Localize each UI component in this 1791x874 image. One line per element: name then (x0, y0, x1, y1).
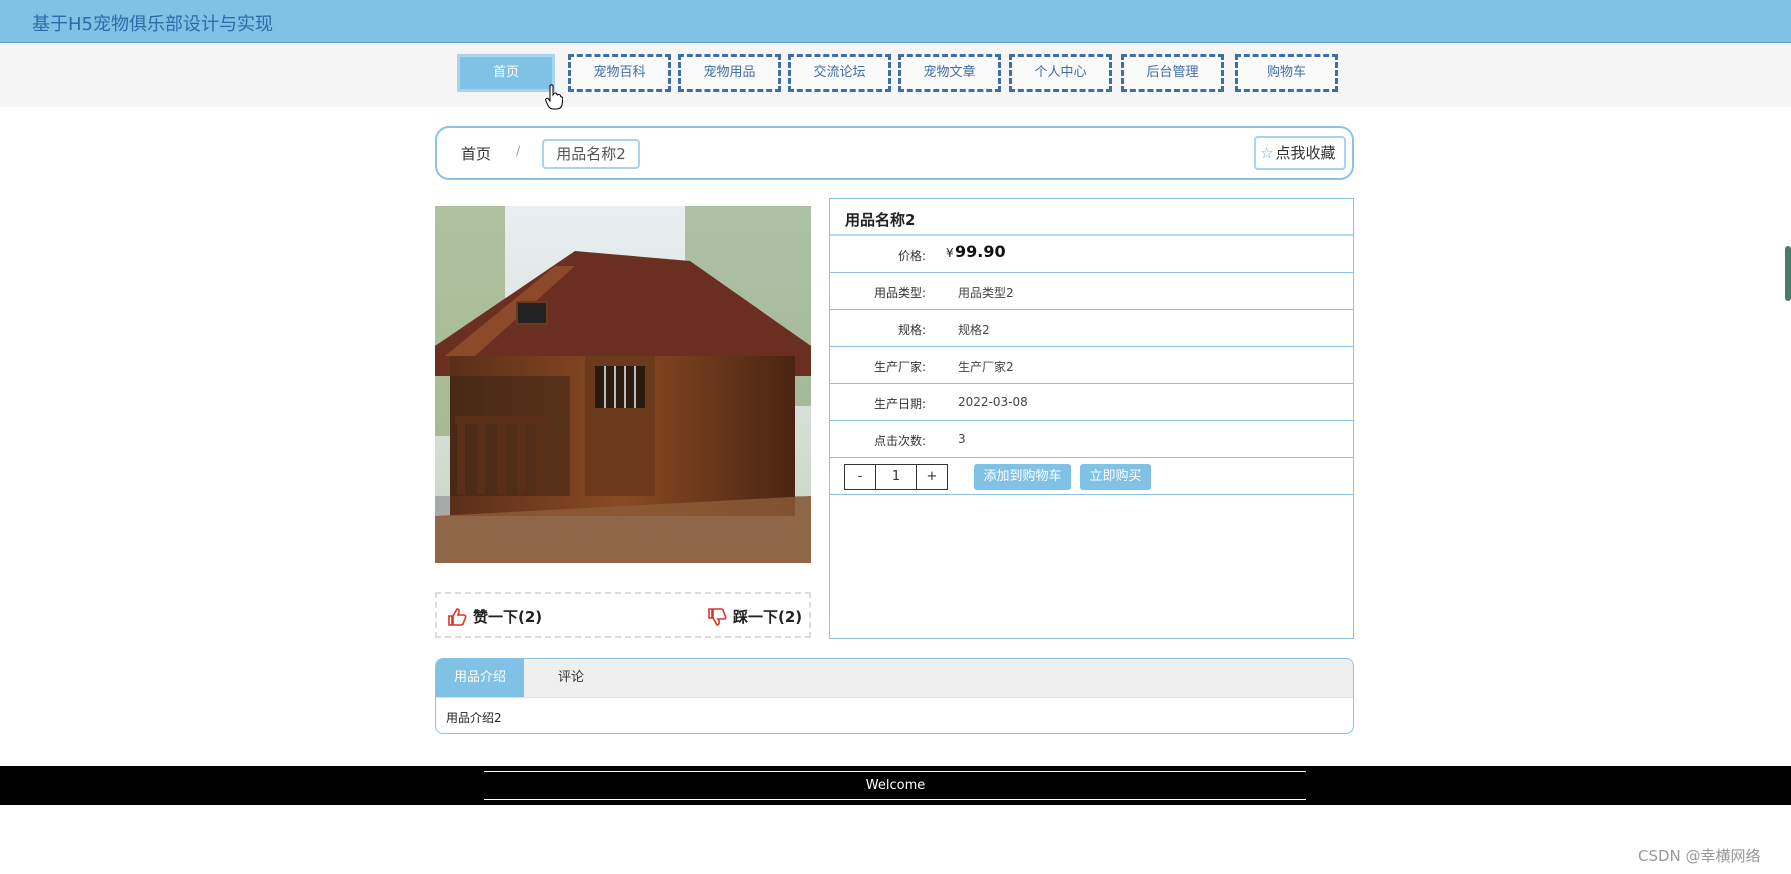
footer-divider-top (484, 771, 1306, 772)
manufacturer-row: 生产厂家: 生产厂家2 (830, 347, 1353, 384)
type-value: 用品类型2 (958, 286, 1014, 300)
click-count-value: 3 (958, 432, 966, 446)
top-header: 基于H5宠物俱乐部设计与实现 (0, 0, 1791, 43)
scrollbar-thumb[interactable] (1785, 246, 1791, 301)
hand-cursor-icon (545, 84, 563, 110)
nav-personal-center[interactable]: 个人中心 (1009, 54, 1112, 92)
tab-strip: 用品介绍 评论 (436, 659, 1353, 698)
quantity-decrease-button[interactable]: - (844, 464, 876, 490)
product-image (435, 206, 811, 563)
site-title: 基于H5宠物俱乐部设计与实现 (32, 14, 273, 35)
favorite-label: 点我收藏 (1275, 144, 1336, 162)
spec-value: 规格2 (958, 323, 990, 337)
nav-forum[interactable]: 交流论坛 (788, 54, 891, 92)
thumbs-down-icon (708, 608, 727, 626)
price-row: 价格: ¥ 99.90 (830, 236, 1353, 273)
dislike-button[interactable]: 踩一下(2) (707, 606, 802, 627)
thumbs-up-icon (448, 608, 467, 626)
add-to-cart-button[interactable]: 添加到购物车 (974, 464, 1071, 490)
production-date-value: 2022-03-08 (958, 395, 1028, 409)
quantity-input[interactable]: 1 (875, 464, 917, 490)
click-count-row: 点击次数: 3 (830, 421, 1353, 458)
nav-pet-supplies[interactable]: 宠物用品 (678, 54, 781, 92)
nav-admin[interactable]: 后台管理 (1121, 54, 1224, 92)
favorite-button[interactable]: ☆ 点我收藏 (1254, 136, 1346, 170)
product-detail-panel: 用品名称2 价格: ¥ 99.90 用品类型: 用品类型2 规格: 规格2 生产… (829, 198, 1354, 639)
purchase-row: - 1 + 添加到购物车 立即购买 (830, 458, 1353, 495)
like-label: 赞一下(2) (473, 608, 543, 626)
dislike-label: 踩一下(2) (733, 608, 803, 626)
nav-pet-encyclopedia[interactable]: 宠物百科 (568, 54, 671, 92)
production-date-row: 生产日期: 2022-03-08 (830, 384, 1353, 421)
manufacturer-label: 生产厂家: (873, 360, 926, 374)
tab-content: 用品介绍2 (446, 711, 502, 725)
star-icon: ☆ (1260, 144, 1274, 162)
manufacturer-value: 生产厂家2 (958, 360, 1014, 374)
footer-divider-bottom (484, 799, 1306, 800)
type-row: 用品类型: 用品类型2 (830, 273, 1353, 310)
tab-comments[interactable]: 评论 (524, 659, 618, 697)
price-symbol: ¥ (946, 246, 954, 260)
nav-cart[interactable]: 购物车 (1235, 54, 1338, 92)
type-label: 用品类型: (873, 286, 926, 300)
breadcrumb-current: 用品名称2 (542, 139, 640, 169)
footer: Welcome (0, 766, 1791, 805)
footer-text: Welcome (865, 778, 926, 793)
click-count-label: 点击次数: (873, 434, 926, 448)
watermark: CSDN @幸横网络 (1638, 847, 1761, 865)
like-button[interactable]: 赞一下(2) (447, 606, 542, 627)
product-name: 用品名称2 (830, 199, 1353, 236)
breadcrumb-separator: / (516, 144, 521, 158)
nav-home[interactable]: 首页 (457, 54, 555, 92)
nav-articles[interactable]: 宠物文章 (898, 54, 1001, 92)
price-label: 价格: (897, 249, 926, 263)
spec-label: 规格: (897, 323, 926, 337)
production-date-label: 生产日期: (873, 397, 926, 411)
main-nav: 首页 宠物百科 宠物用品 交流论坛 宠物文章 个人中心 后台管理 购物车 (0, 43, 1791, 107)
breadcrumb: 首页 / 用品名称2 ☆ 点我收藏 (435, 126, 1354, 180)
buy-now-button[interactable]: 立即购买 (1080, 464, 1151, 490)
quantity-increase-button[interactable]: + (916, 464, 948, 490)
price-value: 99.90 (955, 242, 1006, 261)
tab-introduction[interactable]: 用品介绍 (436, 659, 524, 697)
breadcrumb-home[interactable]: 首页 (461, 143, 491, 164)
spec-row: 规格: 规格2 (830, 310, 1353, 347)
vote-bar: 赞一下(2) 踩一下(2) (435, 592, 811, 638)
product-tabs: 用品介绍 评论 用品介绍2 (435, 658, 1354, 734)
